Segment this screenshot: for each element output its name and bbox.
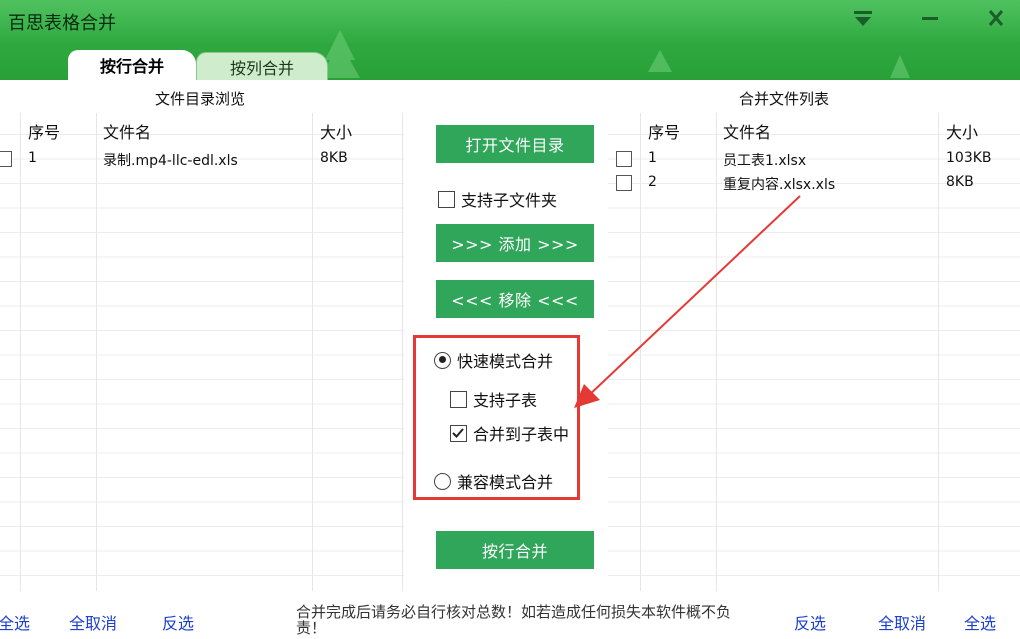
open-directory-button[interactable]: 打开文件目录: [436, 125, 594, 163]
merge-notice: 合并完成后请务必自行核对总数！如若造成任何损失本软件概不负责！: [296, 603, 732, 637]
merge-to-subsheet-checkbox[interactable]: 合并到子表中: [450, 421, 569, 445]
dropdown-icon[interactable]: [849, 6, 877, 30]
deselect-all-link-left[interactable]: 全取消: [69, 610, 117, 634]
column-header-filename: 文件名: [723, 123, 772, 142]
minimize-icon[interactable]: [916, 6, 944, 30]
table-row[interactable]: 1 员工表1.xlsx 103KB: [608, 147, 1020, 171]
merge-file-table: 序号 文件名 大小 1 员工表1.xlsx 103KB 2 重复内容.xlsx.…: [608, 113, 1020, 591]
row-checkbox[interactable]: [616, 151, 632, 167]
table-row[interactable]: 1 录制.mp4-llc-edl.xls 8KB: [0, 147, 404, 171]
add-button[interactable]: >>> 添加 >>>: [436, 224, 594, 262]
merge-rows-button[interactable]: 按行合并: [436, 531, 594, 569]
checkbox-box[interactable]: [450, 424, 467, 442]
table-row[interactable]: 2 重复内容.xlsx.xls 8KB: [608, 171, 1020, 195]
include-subfolders-checkbox[interactable]: 支持子文件夹: [438, 187, 557, 211]
column-header-filename: 文件名: [103, 123, 152, 142]
invert-selection-link-right[interactable]: 反选: [794, 610, 826, 634]
column-header-index: 序号: [28, 123, 61, 142]
close-icon[interactable]: [982, 6, 1010, 30]
deselect-all-link-right[interactable]: 全取消: [878, 610, 926, 634]
row-checkbox[interactable]: [616, 175, 632, 191]
column-header-size: 大小: [946, 123, 979, 142]
right-panel-caption: 合并文件列表: [738, 90, 829, 108]
radio-unselected[interactable]: [434, 472, 451, 490]
invert-selection-link-left[interactable]: 反选: [162, 610, 194, 634]
radio-selected[interactable]: [434, 351, 451, 369]
checkbox-box[interactable]: [438, 190, 455, 208]
file-browser-table: 序号 文件名 大小 1 录制.mp4-llc-edl.xls 8KB: [0, 113, 404, 591]
check-icon: [452, 427, 464, 438]
support-subsheet-checkbox[interactable]: 支持子表: [450, 387, 537, 411]
column-header-size: 大小: [320, 123, 353, 142]
left-panel-caption: 文件目录浏览: [154, 90, 245, 108]
app-title: 百思表格合并: [8, 13, 116, 34]
remove-button[interactable]: <<< 移除 <<<: [436, 280, 594, 318]
tab-merge-by-row[interactable]: 按行合并: [68, 50, 196, 80]
row-checkbox[interactable]: [0, 151, 12, 167]
select-all-link-left[interactable]: 全选: [0, 610, 30, 634]
compat-mode-radio[interactable]: 兼容模式合并: [434, 469, 553, 493]
tab-merge-by-column[interactable]: 按列合并: [196, 52, 328, 80]
select-all-link-right[interactable]: 全选: [964, 610, 996, 634]
fast-mode-radio[interactable]: 快速模式合并: [434, 348, 553, 372]
column-header-index: 序号: [648, 123, 681, 142]
checkbox-box[interactable]: [450, 390, 467, 408]
